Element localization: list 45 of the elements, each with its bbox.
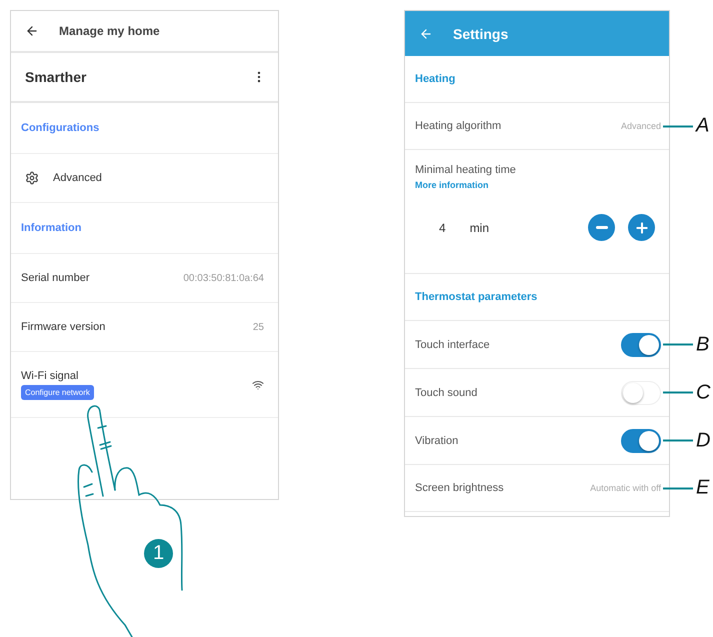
wifi-icon: [252, 378, 264, 390]
leader-line: [663, 125, 693, 127]
section-heading: Thermostat parameters: [405, 274, 669, 321]
setting-value[interactable]: Automatic with off: [590, 483, 661, 493]
setting-label: Heating algorithm: [415, 120, 502, 132]
section-heading: Heating: [405, 56, 669, 103]
section-heading: Configurations: [11, 103, 278, 154]
toggle-switch[interactable]: [621, 332, 661, 356]
step-number-badge: 1: [144, 539, 173, 568]
leader-line: [663, 487, 693, 489]
setting-label: Touch interface: [415, 338, 490, 350]
minus-button[interactable]: [588, 214, 615, 241]
info-label: Wi-Fi signal: [21, 370, 78, 382]
stepper-value: 4: [439, 220, 446, 234]
callout-letter: D: [696, 429, 710, 452]
info-value: 00:03:50:81:0a:64: [183, 272, 264, 284]
menu-item-label[interactable]: Advanced: [53, 172, 102, 184]
info-label: Firmware version: [21, 321, 106, 333]
screen-title: Settings: [453, 26, 508, 42]
leader-line: [663, 344, 693, 346]
leader-line: [663, 440, 693, 442]
setting-label: Touch sound: [415, 386, 478, 398]
more-information-link[interactable]: More information: [415, 180, 488, 190]
device-name: Smarther: [25, 69, 86, 85]
setting-label: Screen brightness: [415, 482, 504, 494]
info-label: Serial number: [21, 272, 90, 284]
setting-value[interactable]: Advanced: [620, 121, 661, 131]
info-value: 25: [252, 322, 264, 332]
plus-icon: [634, 220, 650, 236]
leader-line: [663, 392, 693, 394]
screen-title: Manage my home: [59, 24, 160, 38]
plus-button[interactable]: [628, 214, 655, 241]
setting-label: Vibration: [415, 434, 458, 446]
minus-icon: [596, 226, 608, 229]
callout-letter: A: [696, 114, 710, 138]
setting-label: Minimal heating time: [415, 164, 517, 176]
stepper-unit: min: [470, 220, 490, 234]
configure-network-button[interactable]: Configure network: [21, 384, 94, 400]
callout-letter: B: [696, 333, 710, 356]
section-heading: Information: [11, 203, 278, 254]
toggle-switch[interactable]: [621, 428, 661, 452]
back-icon[interactable]: [25, 24, 39, 38]
callout-letter: C: [696, 381, 710, 404]
callout-letter: E: [696, 476, 710, 500]
settings-icon: [25, 171, 39, 185]
